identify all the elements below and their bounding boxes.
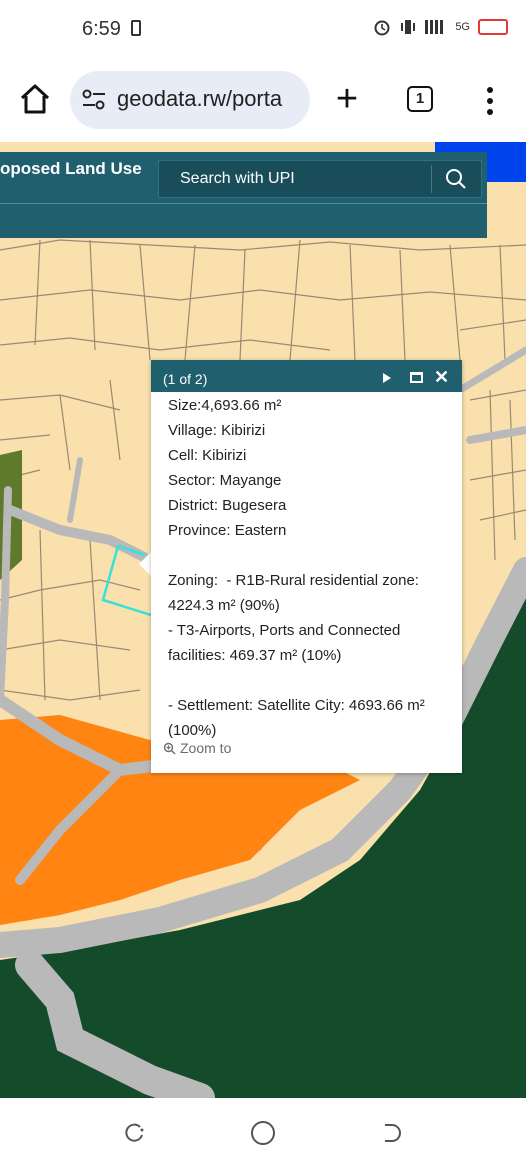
address-bar[interactable]: geodata.rw/porta [70,71,310,129]
popup-line: Sector: Mayange [168,472,282,489]
site-settings-icon[interactable] [82,89,106,111]
network-type: 5G [455,21,470,33]
new-tab-button[interactable]: + [330,80,364,118]
signal-icon [425,20,448,34]
more-menu-icon[interactable] [480,84,500,118]
tab-count-button[interactable]: 1 [407,86,433,112]
alarm-icon [374,20,390,36]
header-divider [0,203,487,204]
upi-search-box [158,160,482,198]
zoom-to-link[interactable]: Zoom to [163,740,231,756]
upi-search-input[interactable] [159,161,429,197]
popup-line: - Settlement: Satellite City: 4693.66 m² [168,697,425,714]
recent-apps-icon[interactable] [123,1122,145,1144]
popup-header: (1 of 2) ✕ [151,360,462,392]
popup-line [168,668,453,693]
popup-line: 4224.3 m² (90%) [168,597,280,614]
popup-line: District: Bugesera [168,497,287,514]
popup-content: Size:4,693.66 m² Village: Kibirizi Cell:… [168,393,453,743]
home-nav-icon[interactable] [251,1121,275,1145]
battery-saver-icon [131,20,141,36]
popup-pointer [139,552,151,576]
status-bar: 6:59 5G [0,0,526,60]
zoom-in-icon [163,742,176,754]
popup-line: Size:4,693.66 m² [168,397,282,414]
popup-line [168,543,453,568]
zoom-to-label[interactable]: Zoom to [180,740,231,756]
popup-line: Province: Eastern [168,522,287,539]
app-title: oposed Land Use [0,159,142,178]
popup-title: (1 of 2) [163,371,208,387]
popup-line: - T3-Airports, Ports and Connected [168,622,401,639]
url-text[interactable]: geodata.rw/porta [117,86,302,112]
close-icon[interactable]: ✕ [434,368,449,386]
system-nav-bar [0,1098,526,1169]
popup-line: facilities: 469.37 m² (10%) [168,647,342,664]
search-icon[interactable] [433,161,481,197]
status-time: 6:59 [82,18,121,40]
vibrate-icon [401,20,416,34]
status-icons: 5G [373,18,508,36]
search-divider [431,165,432,193]
battery-icon [478,19,508,35]
popup-line: Village: Kibirizi [168,422,266,439]
browser-toolbar: geodata.rw/porta + 1 [0,60,526,142]
popup-line: Cell: Kibirizi [168,447,247,464]
back-icon[interactable] [380,1122,402,1144]
popup-line: Zoning: - R1B-Rural residential zone: [168,572,419,589]
next-feature-icon[interactable] [383,373,391,383]
home-icon[interactable] [18,82,52,116]
maximize-icon[interactable] [410,372,423,383]
parcel-info-popup: (1 of 2) ✕ Size:4,693.66 m² Village: Kib… [151,360,462,773]
